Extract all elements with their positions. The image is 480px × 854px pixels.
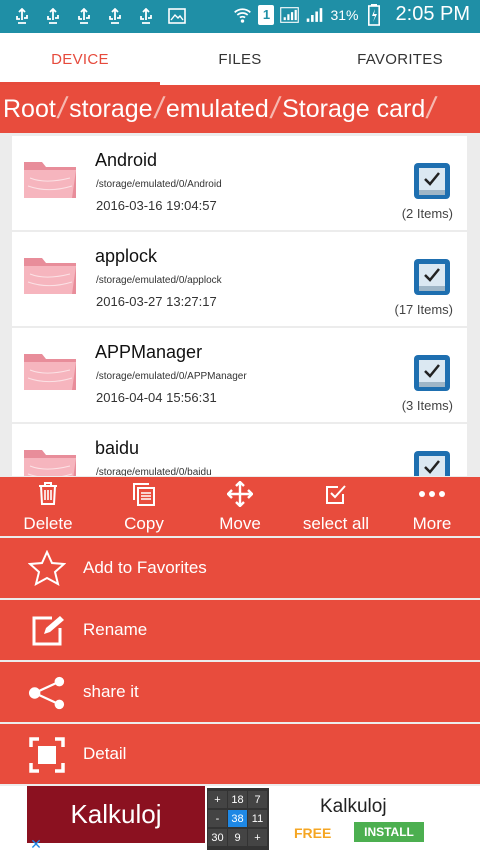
tab-device[interactable]: DEVICE (0, 33, 160, 85)
copy-label: Copy (124, 514, 164, 533)
delete-button[interactable]: Delete (8, 477, 88, 536)
breadcrumb-storage-card[interactable]: Storage card (279, 95, 427, 124)
calc-key: - (208, 810, 227, 827)
battery-icon (365, 3, 384, 26)
calc-key: + (248, 829, 267, 846)
calc-key: 9 (228, 829, 247, 846)
more-dots-icon (392, 482, 472, 506)
tab-bar: DEVICE FILES FAVORITES (0, 33, 480, 85)
folder-icon (22, 444, 80, 476)
checkbox-checked-icon[interactable] (413, 258, 451, 296)
copy-button[interactable]: Copy (104, 477, 184, 536)
status-bar: 1 31% 2:05 PM (0, 0, 480, 33)
ad-close-icon[interactable]: ✕ (28, 836, 44, 852)
item-count: (2 Items) (401, 206, 453, 221)
clock: 2:05 PM (395, 3, 470, 25)
item-name: APPManager (95, 342, 203, 362)
action-toolbar: Delete Copy Move select all More (0, 477, 480, 536)
item-path: /storage/emulated/0/applock (96, 275, 222, 286)
item-path: /storage/emulated/0/APPManager (96, 371, 247, 382)
calc-key: 18 (228, 791, 247, 808)
calc-key: 11 (248, 810, 267, 827)
move-icon (200, 481, 280, 507)
item-name: baidu (95, 438, 140, 458)
edit-icon (28, 612, 66, 650)
delete-label: Delete (23, 514, 73, 533)
more-label: More (412, 514, 452, 533)
item-date: 2016-03-27 13:27:17 (96, 294, 217, 309)
share-item[interactable]: share it (0, 662, 480, 722)
item-path: /storage/emulated/0/Android (96, 179, 222, 190)
checkbox-checked-icon[interactable] (413, 162, 451, 200)
trash-icon (8, 482, 88, 506)
detail-label: Detail (83, 744, 127, 763)
select-all-button[interactable]: select all (296, 477, 376, 536)
list-item[interactable]: APPManager /storage/emulated/0/APPManage… (12, 328, 467, 422)
battery-percent: 31% (330, 6, 359, 23)
ad-install-button[interactable]: INSTALL (354, 822, 424, 842)
item-path: /storage/emulated/0/baidu (96, 467, 212, 476)
ad-title: Kalkuloj (320, 796, 387, 817)
ad-free-label: FREE (294, 825, 332, 841)
item-date: 2016-03-16 19:04:57 (96, 198, 217, 213)
item-count: (17 Items) (394, 302, 453, 317)
more-button[interactable]: More (392, 477, 472, 536)
signal-icon (280, 6, 300, 24)
usb-icon (136, 7, 155, 25)
item-count: (3 Items) (401, 398, 453, 413)
signal-icon (305, 6, 324, 24)
sim-icon: 1 (258, 4, 275, 25)
ad-app-name: Kalkuloj (27, 786, 205, 843)
tab-files[interactable]: FILES (160, 33, 320, 85)
rename-label: Rename (83, 620, 148, 639)
breadcrumb-emulated[interactable]: emulated (163, 95, 271, 124)
more-menu: Add to Favorites Rename share it Detail (0, 538, 480, 786)
folder-icon (22, 348, 80, 392)
breadcrumb: Root / storage / emulated / Storage card… (0, 85, 480, 133)
usb-icon (12, 7, 31, 25)
item-date: 2016-04-04 15:56:31 (96, 390, 217, 405)
add-to-favorites-item[interactable]: Add to Favorites (0, 538, 480, 598)
checkbox-checked-icon[interactable] (413, 354, 451, 392)
move-label: Move (219, 514, 261, 533)
folder-icon (22, 252, 80, 296)
calc-key: 30 (208, 829, 227, 846)
ad-banner[interactable]: Kalkuloj + 18 7 - 38 11 30 9 + Kalkuloj … (0, 786, 480, 854)
folder-icon (22, 156, 80, 200)
select-all-label: select all (302, 514, 370, 533)
share-label: share it (83, 682, 139, 701)
usb-icon (74, 7, 93, 25)
breadcrumb-storage[interactable]: storage (66, 95, 154, 124)
rename-item[interactable]: Rename (0, 600, 480, 660)
select-all-icon (296, 482, 376, 506)
list-item[interactable]: applock /storage/emulated/0/applock 2016… (12, 232, 467, 326)
item-name: applock (95, 246, 158, 266)
star-icon (28, 550, 66, 588)
list-item[interactable]: Android /storage/emulated/0/Android 2016… (12, 136, 467, 230)
item-name: Android (95, 150, 158, 170)
calc-key: 7 (248, 791, 267, 808)
tab-favorites[interactable]: FAVORITES (320, 33, 480, 85)
detail-icon (28, 736, 66, 774)
detail-item[interactable]: Detail (0, 724, 480, 784)
usb-icon (43, 7, 62, 25)
list-item[interactable]: baidu /storage/emulated/0/baidu (12, 424, 467, 476)
image-icon (167, 7, 186, 25)
share-icon (28, 674, 66, 712)
calculator-icon: + 18 7 - 38 11 30 9 + (207, 788, 269, 850)
move-button[interactable]: Move (200, 477, 280, 536)
wifi-icon (233, 6, 252, 24)
checkbox-checked-icon[interactable] (413, 450, 451, 476)
calc-key: 38 (228, 810, 247, 827)
calc-key: + (208, 791, 227, 808)
usb-icon (105, 7, 124, 25)
file-list: Android /storage/emulated/0/Android 2016… (12, 136, 467, 476)
copy-icon (104, 482, 184, 506)
add-to-favorites-label: Add to Favorites (83, 558, 207, 577)
breadcrumb-root[interactable]: Root (0, 95, 58, 124)
